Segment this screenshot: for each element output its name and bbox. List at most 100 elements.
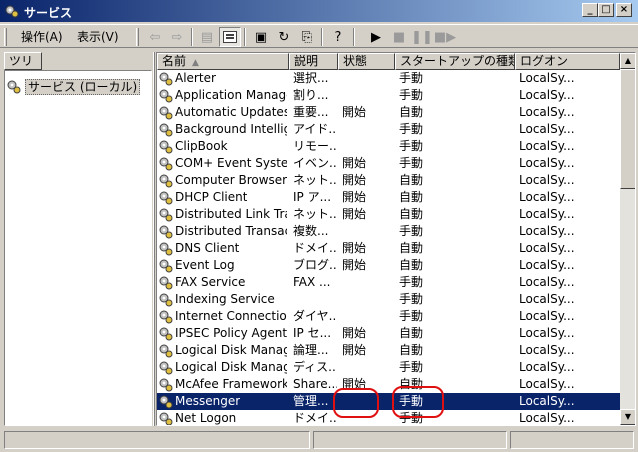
service-name-cell: FAX Service	[159, 274, 287, 291]
show-tree-icon[interactable]	[219, 27, 241, 47]
table-row[interactable]: Event Log ブログ... 開始 自動 LocalSy...	[157, 257, 620, 274]
service-status	[342, 121, 392, 138]
scroll-down-icon[interactable]: ▼	[620, 409, 635, 425]
toolbar-grip-2[interactable]	[136, 28, 139, 46]
service-name-cell: McAfee Framework...	[159, 376, 287, 393]
title-bar[interactable]: サービス _ □ ×	[0, 0, 638, 22]
export-list-icon[interactable]: ⎘	[296, 27, 318, 47]
service-startup-type: 自動	[399, 258, 424, 272]
column-header-name[interactable]: 名前 ▲	[157, 53, 289, 70]
service-name-cell: Distributed Transac...	[159, 223, 287, 240]
status-panel-3	[510, 431, 634, 449]
service-startup-type: 手動	[399, 292, 424, 306]
table-row[interactable]: COM+ Event System イベン... 開始 手動 LocalSy...	[157, 155, 620, 172]
table-row[interactable]: Application Manage... 割り... 手動 LocalSy...	[157, 87, 620, 104]
pane-splitter[interactable]	[153, 52, 155, 426]
service-description: FAX ...	[293, 275, 331, 289]
tree-item-services-local[interactable]: サービス (ローカル)	[7, 79, 141, 95]
back-arrow-icon[interactable]: ⇦	[144, 27, 166, 47]
service-description: 割り...	[293, 88, 329, 102]
service-logon: LocalSy...	[519, 71, 575, 85]
refresh-icon[interactable]: ↻	[273, 27, 295, 47]
column-headers: 名前 ▲ 説明 状態 スタートアップの種類 ログオン	[157, 53, 620, 70]
properties-icon[interactable]: ▣	[250, 27, 272, 47]
service-name-cell: IPSEC Policy Agent	[159, 325, 287, 342]
service-status: 開始	[342, 105, 367, 119]
table-row[interactable]: Automatic Updates 重要... 開始 自動 LocalSy...	[157, 104, 620, 121]
vertical-scrollbar[interactable]: ▲ ▼	[620, 53, 635, 425]
table-row[interactable]: Indexing Service 手動 LocalSy...	[157, 291, 620, 308]
service-status	[342, 274, 392, 291]
service-gear-icon	[159, 344, 173, 357]
service-startup-type: 自動	[399, 190, 424, 204]
column-header-description[interactable]: 説明	[289, 53, 338, 70]
service-gear-icon	[159, 293, 173, 306]
service-startup-type: 手動	[399, 309, 424, 323]
restart-service-icon[interactable]: ■▶	[434, 27, 456, 47]
service-gear-icon	[159, 208, 173, 221]
service-gear-icon	[159, 174, 173, 187]
stop-service-icon[interactable]: ■	[388, 27, 410, 47]
menu-view[interactable]: 表示(V)	[74, 29, 122, 45]
close-button[interactable]: ×	[616, 3, 632, 17]
table-row[interactable]: ClipBook リモー... 手動 LocalSy...	[157, 138, 620, 155]
service-name: Logical Disk Manag...	[175, 343, 287, 357]
pause-service-icon[interactable]: ❚❚	[411, 27, 433, 47]
service-name-cell: Computer Browser	[159, 172, 287, 189]
service-description: 複数...	[293, 224, 329, 238]
table-row[interactable]: IPSEC Policy Agent IP セ... 開始 自動 LocalSy...	[157, 325, 620, 342]
table-row[interactable]: Computer Browser ネット... 開始 自動 LocalSy...	[157, 172, 620, 189]
service-name-cell: Net Logon	[159, 410, 287, 425]
up-folder-icon[interactable]: ▤	[196, 27, 218, 47]
toolbar-separator	[353, 28, 355, 46]
table-row[interactable]: DHCP Client IP ア... 開始 自動 LocalSy...	[157, 189, 620, 206]
service-name: Indexing Service	[175, 292, 275, 306]
service-logon: LocalSy...	[519, 156, 575, 170]
service-startup-type: 自動	[399, 326, 424, 340]
table-row[interactable]: Distributed Link Tra... ネット... 開始 自動 LocalSy…	[157, 206, 620, 223]
table-row[interactable]: Background Intellig... アイド... 手動 LocalSy...	[157, 121, 620, 138]
scroll-thumb[interactable]	[620, 69, 635, 189]
scroll-up-icon[interactable]: ▲	[620, 53, 635, 69]
service-logon: LocalSy...	[519, 241, 575, 255]
forward-arrow-icon[interactable]: ⇨	[166, 27, 188, 47]
service-startup-type: 自動	[399, 241, 424, 255]
service-status: 開始	[342, 258, 367, 272]
table-row[interactable]: Messenger 管理... 手動 LocalSy...	[157, 393, 620, 410]
service-description: 重要...	[293, 105, 329, 119]
service-name: FAX Service	[175, 275, 246, 289]
table-row[interactable]: Logical Disk Manag... ディス... 手動 LocalSy...	[157, 359, 620, 376]
table-row[interactable]: McAfee Framework... Share... 開始 自動 LocalSy..…	[157, 376, 620, 393]
service-name: Background Intellig...	[175, 122, 287, 136]
toolbar-separator	[244, 28, 246, 46]
service-gear-icon	[159, 225, 173, 238]
service-name-cell: Alerter	[159, 70, 287, 87]
menu-toolbar: 操作(A) 表示(V) ⇦ ⇨ ▤ ▣ ↻ ⎘ ? ▶ ■ ❚❚ ■▶	[0, 24, 638, 48]
service-status	[342, 410, 392, 425]
service-gear-icon	[159, 259, 173, 272]
table-row[interactable]: Logical Disk Manag... 論理... 開始 自動 LocalSy...	[157, 342, 620, 359]
column-header-startup-type[interactable]: スタートアップの種類	[395, 53, 515, 70]
table-row[interactable]: Distributed Transac... 複数... 手動 LocalSy...	[157, 223, 620, 240]
service-gear-icon	[159, 327, 173, 340]
table-row[interactable]: Internet Connection... ダイヤ... 手動 LocalSy...	[157, 308, 620, 325]
service-logon: LocalSy...	[519, 326, 575, 340]
column-header-status[interactable]: 状態	[338, 53, 395, 70]
table-row[interactable]: Alerter 選択... 手動 LocalSy...	[157, 70, 620, 87]
table-row[interactable]: DNS Client ドメイ... 開始 自動 LocalSy...	[157, 240, 620, 257]
minimize-button[interactable]: _	[582, 3, 598, 17]
maximize-button[interactable]: □	[598, 3, 614, 17]
start-service-icon[interactable]: ▶	[365, 27, 387, 47]
service-description: 管理...	[293, 394, 329, 408]
table-row[interactable]: FAX Service FAX ... 手動 LocalSy...	[157, 274, 620, 291]
service-gear-icon	[159, 191, 173, 204]
tree-tab[interactable]: ツリー	[4, 52, 42, 84]
help-icon[interactable]: ?	[327, 27, 349, 47]
service-name: ClipBook	[175, 139, 228, 153]
column-header-logon[interactable]: ログオン	[515, 53, 620, 70]
service-name-cell: DHCP Client	[159, 189, 287, 206]
toolbar-grip[interactable]	[4, 28, 7, 46]
table-row[interactable]: Net Logon ドメイ... 手動 LocalSy...	[157, 410, 620, 425]
service-logon: LocalSy...	[519, 122, 575, 136]
menu-action[interactable]: 操作(A)	[18, 29, 66, 45]
